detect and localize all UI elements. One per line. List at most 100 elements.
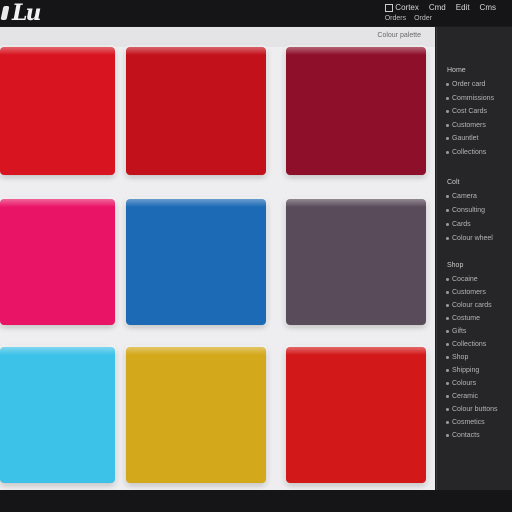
sidebar-item[interactable]: Cocaine: [446, 276, 478, 283]
sidebar-group-title: Home: [447, 67, 466, 74]
sidebar-item[interactable]: Customers: [446, 289, 486, 296]
top-nav-item-2[interactable]: Cmd: [429, 3, 446, 12]
sidebar-item-label: Costume: [452, 315, 481, 322]
sidebar-item-label: Gauntlet: [452, 135, 479, 142]
swatch-slate[interactable]: [286, 199, 426, 325]
bullet-icon: [446, 382, 449, 385]
sidebar-item-label: Collections: [452, 341, 487, 348]
logo-mark-icon: [0, 6, 10, 20]
sidebar-item[interactable]: Colour cards: [446, 302, 492, 309]
swatch-highlight: [286, 47, 426, 55]
sidebar-item-label: Cost Cards: [452, 108, 488, 115]
sidebar-item-label: Colour wheel: [452, 235, 493, 242]
top-nav-item-4[interactable]: Cms: [480, 3, 496, 12]
swatch-highlight: [126, 347, 266, 355]
sidebar: Home Order card Commissions Cost Cards Custo…: [436, 27, 512, 490]
bottom-bar: [0, 490, 512, 512]
sidebar-item[interactable]: Cosmetics: [446, 419, 485, 426]
sidebar-group-title: Colt: [447, 179, 460, 186]
swatch-highlight: [0, 199, 115, 207]
sidebar-item[interactable]: Shipping: [446, 367, 479, 374]
sidebar-item[interactable]: Colours: [446, 380, 476, 387]
top-nav-item-3[interactable]: Edit: [456, 3, 470, 12]
swatch-pink[interactable]: [0, 199, 115, 325]
sidebar-item-label: Cosmetics: [452, 419, 485, 426]
sidebar-item[interactable]: Collections: [446, 341, 486, 348]
bullet-icon: [446, 421, 449, 424]
bullet-icon: [446, 330, 449, 333]
swatch-mustard[interactable]: [126, 347, 266, 483]
menu-icon: [385, 3, 394, 12]
sidebar-item[interactable]: Ceramic: [446, 393, 478, 400]
sidebar-item-label: Order card: [452, 81, 486, 88]
swatch-highlight: [0, 47, 115, 55]
logo-text: Lu: [12, 0, 42, 26]
sidebar-item[interactable]: Cards: [446, 221, 471, 228]
app-logo[interactable]: Lu: [0, 0, 42, 26]
swatch-cyan[interactable]: [0, 347, 115, 483]
sidebar-group-title: Shop: [447, 262, 464, 269]
sidebar-item[interactable]: Colour wheel: [446, 235, 493, 242]
sidebar-item-label: Cards: [452, 221, 471, 228]
palette-canvas: Colour palette: [0, 27, 435, 490]
bullet-icon: [446, 278, 449, 281]
bullet-icon: [446, 291, 449, 294]
bullet-icon: [446, 223, 449, 226]
sidebar-item[interactable]: Gauntlet: [446, 135, 478, 142]
swatch-crimson[interactable]: [126, 47, 266, 175]
bullet-icon: [446, 343, 449, 346]
swatch-highlight: [0, 347, 115, 355]
swatch-burgundy[interactable]: [286, 47, 426, 175]
sidebar-item-label: Contacts: [452, 432, 480, 439]
sidebar-item[interactable]: Camera: [446, 193, 477, 200]
sidebar-item-label: Collections: [452, 148, 487, 156]
bullet-icon: [446, 96, 449, 100]
sidebar-item[interactable]: Gifts: [446, 328, 466, 335]
sidebar-item[interactable]: Colour buttons: [446, 406, 498, 413]
sub-nav-item-2[interactable]: Order: [414, 15, 432, 22]
bullet-icon: [446, 408, 449, 411]
sidebar-item[interactable]: Cost Cards: [446, 108, 487, 115]
swatch-highlight: [126, 47, 266, 55]
top-nav-item-1[interactable]: Cortex: [385, 3, 419, 12]
sub-nav: Orders Order: [385, 15, 432, 22]
sidebar-item-label: Commissions: [452, 94, 495, 102]
bullet-icon: [446, 209, 449, 212]
swatch-highlight: [286, 347, 426, 355]
sidebar-item[interactable]: Commissions: [446, 95, 494, 102]
bullet-icon: [446, 304, 449, 307]
bullet-icon: [446, 369, 449, 372]
top-bar: Lu Cortex Cmd Edit Cms Orders Order: [0, 0, 512, 26]
sidebar-item-label: Colour buttons: [452, 406, 498, 413]
sidebar-item-label: Camera: [452, 193, 477, 200]
sidebar-item[interactable]: Contacts: [446, 432, 480, 439]
bullet-icon: [446, 123, 449, 127]
swatch-blue[interactable]: [126, 199, 266, 325]
sidebar-item-label: Colour cards: [452, 302, 492, 309]
bullet-icon: [446, 195, 449, 198]
sidebar-item-label: Shop: [452, 354, 469, 361]
bullet-icon: [446, 395, 449, 398]
sidebar-item-label: Ceramic: [452, 393, 479, 400]
sub-nav-item-1[interactable]: Orders: [385, 15, 406, 22]
swatch-scarlet[interactable]: [286, 347, 426, 483]
bullet-icon: [446, 356, 449, 359]
bullet-icon: [446, 434, 449, 437]
canvas-header: Colour palette: [0, 27, 435, 47]
sidebar-item[interactable]: Costume: [446, 315, 480, 322]
bullet-icon: [446, 150, 449, 154]
breadcrumb[interactable]: Colour palette: [377, 32, 421, 39]
bullet-icon: [446, 83, 449, 86]
bullet-icon: [446, 237, 449, 240]
sidebar-item[interactable]: Customers: [446, 122, 486, 129]
sidebar-item[interactable]: Consulting: [446, 207, 485, 214]
swatch-red[interactable]: [0, 47, 115, 175]
swatch-highlight: [126, 199, 266, 207]
sidebar-item[interactable]: Order card: [446, 81, 485, 88]
sidebar-item-label: Colours: [452, 380, 477, 387]
bullet-icon: [446, 110, 449, 113]
bullet-icon: [446, 317, 449, 320]
sidebar-item[interactable]: Shop: [446, 354, 468, 361]
sidebar-item[interactable]: Collections: [446, 149, 486, 156]
sidebar-item-label: Gifts: [452, 328, 467, 335]
